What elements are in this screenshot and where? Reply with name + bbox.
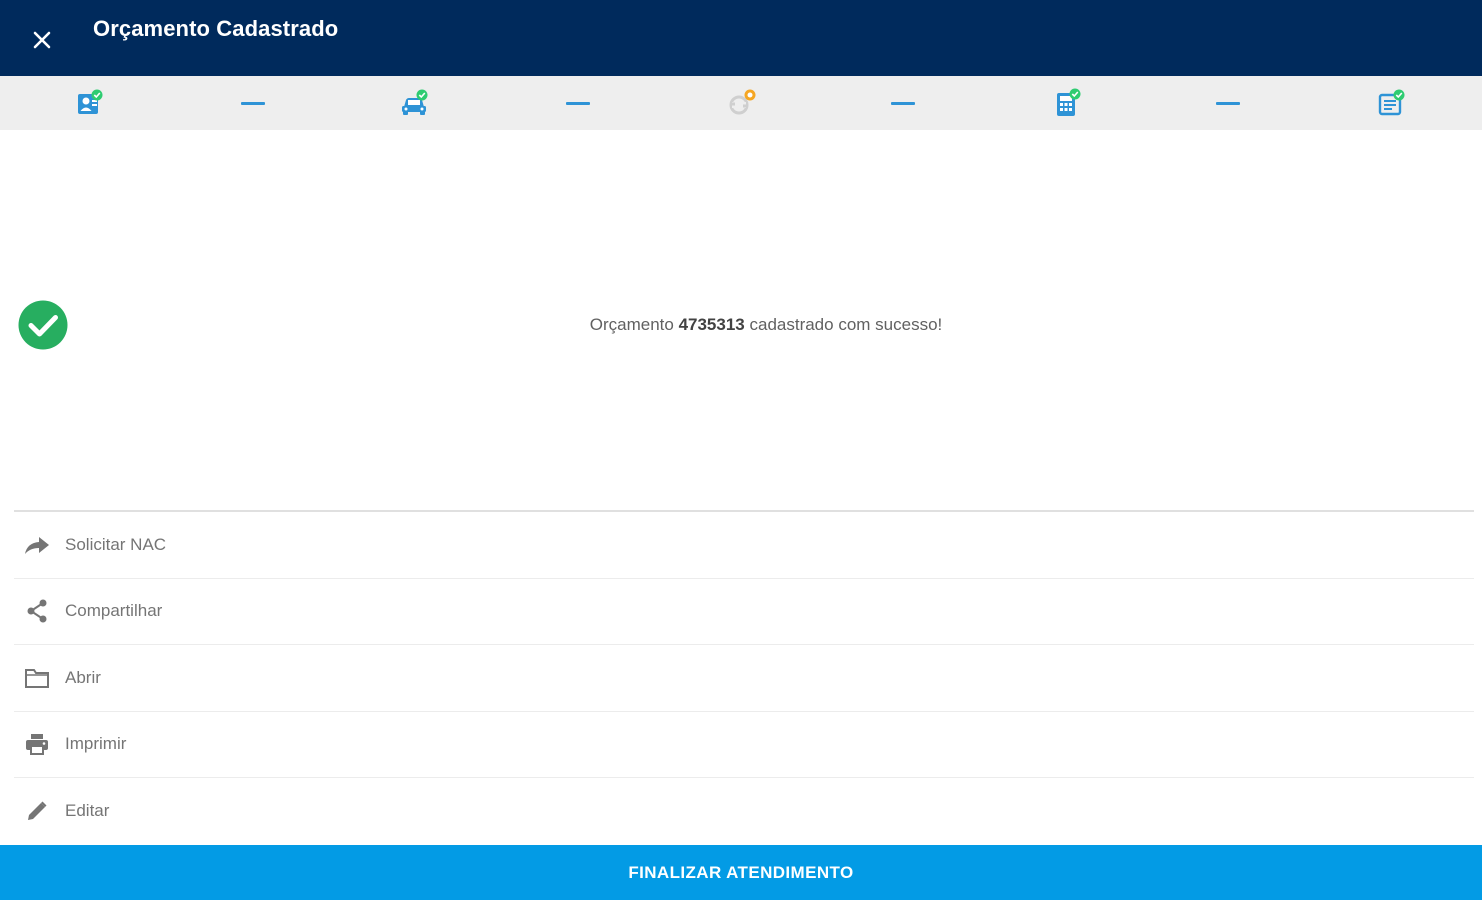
step-separator xyxy=(891,102,915,105)
sync-alert-icon xyxy=(729,89,756,115)
action-label: Compartilhar xyxy=(65,601,163,621)
step-separator xyxy=(241,102,265,105)
close-button[interactable] xyxy=(24,22,60,58)
action-share[interactable]: Compartilhar xyxy=(14,579,1474,645)
action-label: Editar xyxy=(65,801,110,821)
step-separator xyxy=(566,102,590,105)
success-panel: Orçamento 4735313 cadastrado com sucesso… xyxy=(0,130,1482,510)
step-vehicle[interactable] xyxy=(397,86,431,120)
folder-icon xyxy=(18,667,56,689)
step-calculation[interactable] xyxy=(1050,86,1084,120)
print-icon xyxy=(18,732,56,756)
action-label: Imprimir xyxy=(65,734,127,754)
action-print[interactable]: Imprimir xyxy=(14,712,1474,778)
finish-service-button[interactable]: FINALIZAR ATENDIMENTO xyxy=(0,845,1482,900)
step-summary[interactable] xyxy=(1374,86,1408,120)
action-open[interactable]: Abrir xyxy=(14,645,1474,712)
success-prefix: Orçamento xyxy=(589,315,674,334)
forward-arrow-icon xyxy=(18,533,56,557)
pencil-icon xyxy=(18,799,56,823)
budget-number: 4735313 xyxy=(678,315,745,334)
success-message: Orçamento 4735313 cadastrado com sucesso… xyxy=(0,315,1482,335)
step-client[interactable] xyxy=(73,86,107,120)
app-bar: Orçamento Cadastrado xyxy=(0,0,1482,76)
page-title: Orçamento Cadastrado xyxy=(93,16,339,41)
action-label: Abrir xyxy=(65,667,101,687)
action-edit[interactable]: Editar xyxy=(14,778,1474,845)
close-icon xyxy=(33,31,51,49)
action-request-nac[interactable]: Solicitar NAC xyxy=(14,512,1474,579)
share-icon xyxy=(18,598,56,624)
client-check-icon xyxy=(78,89,103,114)
action-label: Solicitar NAC xyxy=(65,534,167,554)
step-sync[interactable] xyxy=(724,86,758,120)
success-suffix: cadastrado com sucesso! xyxy=(749,315,943,334)
progress-stepper xyxy=(0,76,1482,130)
calculator-check-icon xyxy=(1057,88,1081,116)
step-separator xyxy=(1216,102,1240,105)
document-check-icon xyxy=(1378,89,1405,116)
car-check-icon xyxy=(402,89,428,115)
action-list: Solicitar NAC Compartilhar Abrir Imprimi… xyxy=(14,510,1474,845)
